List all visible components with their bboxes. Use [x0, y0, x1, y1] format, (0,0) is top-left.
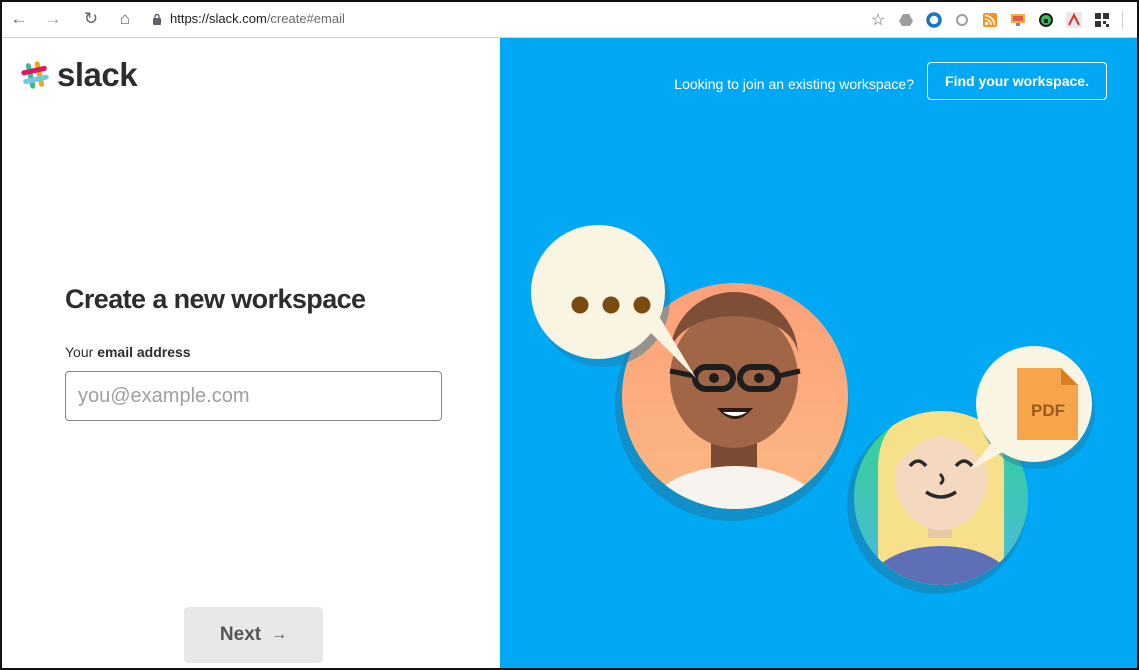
qr-extension-icon[interactable] — [1094, 12, 1110, 28]
drive-extension-icon[interactable] — [898, 12, 914, 28]
back-arrow-icon[interactable]: ← — [8, 8, 30, 30]
illustration-panel: PDF Looking to join an existing workspac… — [500, 38, 1137, 668]
url-path: /create#email — [266, 11, 345, 26]
star-icon[interactable]: ☆ — [870, 12, 886, 29]
email-label-prefix: Your — [65, 344, 98, 360]
browser-toolbar: ← → ↻ ⌂ https://slack.com/create#email ☆ — [2, 2, 1137, 38]
extension-toolbar: ☆ — [870, 10, 1123, 30]
email-label: Your email address — [65, 344, 191, 360]
pdf-bubble: PDF — [970, 346, 1095, 470]
grey-circle-extension-icon[interactable] — [954, 12, 970, 28]
toolbar-divider — [1122, 11, 1123, 29]
reload-icon[interactable]: ↻ — [80, 8, 102, 30]
join-workspace-text: Looking to join an existing workspace? — [674, 76, 914, 92]
email-label-bold: email address — [97, 344, 191, 360]
url-host: https://slack.com — [170, 11, 267, 26]
browser-window: ← → ↻ ⌂ https://slack.com/create#email ☆ — [0, 0, 1139, 670]
pdf-extension-icon[interactable] — [1066, 12, 1082, 28]
arrow-right-icon: → — [271, 626, 288, 643]
next-button-label: Next — [219, 624, 262, 645]
screen-extension-icon[interactable] — [1010, 12, 1026, 28]
lock-icon — [153, 13, 161, 25]
address-bar[interactable]: https://slack.com/create#email — [170, 11, 345, 26]
create-workspace-panel: slack Create a new workspace Your email … — [2, 38, 500, 668]
slack-logo[interactable]: slack — [19, 56, 138, 94]
next-button[interactable]: Next → — [184, 607, 323, 663]
home-icon[interactable]: ⌂ — [114, 8, 136, 30]
circle-extension-icon[interactable] — [926, 12, 942, 28]
illustration: PDF — [531, 225, 1095, 594]
logo-wordmark: slack — [57, 56, 138, 93]
email-field[interactable] — [65, 371, 442, 421]
slack-hash-icon — [21, 61, 49, 89]
find-workspace-button[interactable]: Find your workspace. — [927, 62, 1107, 100]
page-title: Create a new workspace — [65, 284, 366, 314]
rss-icon[interactable] — [982, 12, 998, 28]
pdf-file-icon: PDF — [1017, 368, 1078, 440]
green-lock-extension-icon[interactable] — [1038, 12, 1054, 28]
forward-arrow-icon[interactable]: → — [42, 8, 64, 30]
pdf-label: PDF — [1031, 401, 1065, 420]
